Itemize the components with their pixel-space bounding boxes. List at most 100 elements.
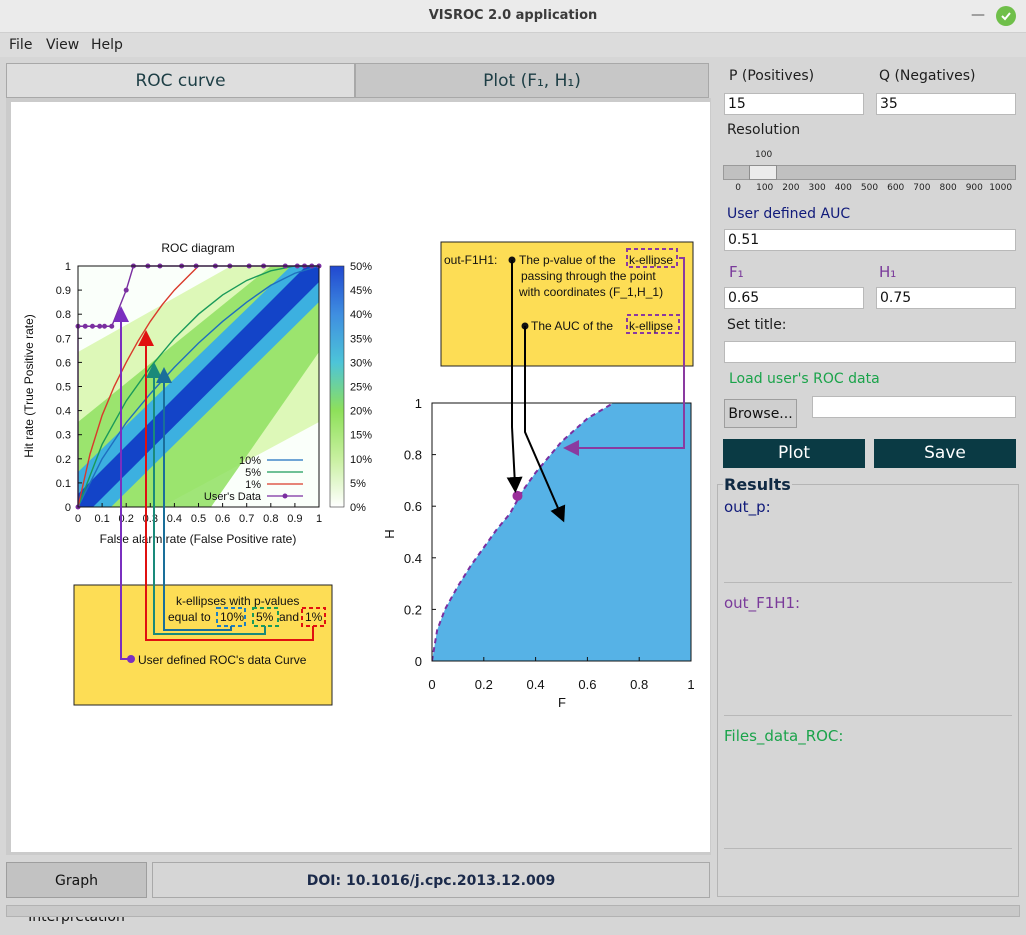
roc-ytick-label: 0 — [65, 502, 71, 514]
roc-xtick-label: 0.9 — [287, 513, 302, 525]
ann-kellipses-line1: k-ellipses with p-values — [176, 594, 299, 608]
roc-title: ROC diagram — [161, 241, 234, 255]
user-data-point — [102, 323, 108, 329]
user-data-point — [89, 323, 95, 329]
menu-file[interactable]: File — [9, 33, 32, 57]
title-input[interactable] — [724, 341, 1016, 363]
p-input[interactable]: 15 — [724, 93, 864, 115]
roc-ytick-label: 0.3 — [56, 430, 71, 442]
files-data-roc-label: Files_data_ROC: — [724, 727, 844, 745]
f1h1-xlabel: F — [558, 695, 566, 710]
colorbar-tick-label: 10% — [350, 454, 372, 466]
browse-button[interactable]: Browse... — [724, 399, 797, 428]
save-button[interactable]: Save — [874, 439, 1016, 468]
load-roc-label: Load user's ROC data — [729, 371, 880, 387]
roc-ytick-label: 1 — [65, 261, 71, 273]
plot-button[interactable]: Plot — [723, 439, 865, 468]
roc-ytick-label: 0.7 — [56, 333, 71, 345]
menu-view[interactable]: View — [46, 33, 79, 57]
maximize-button[interactable] — [996, 6, 1016, 26]
colorbar-tick-label: 5% — [350, 478, 366, 490]
h1-input[interactable]: 0.75 — [876, 287, 1016, 309]
f1h1-ytick-label: 1 — [415, 396, 422, 411]
ann-p1: 1% — [305, 610, 323, 624]
f1h1-xtick-label: 0.6 — [578, 677, 596, 692]
f1h1-x-ticks: 0 0.2 0.4 0.6 0.8 1 — [428, 657, 695, 692]
results-group — [717, 484, 1019, 897]
file-path-input[interactable] — [812, 396, 1016, 418]
tab-roc-curve[interactable]: ROC curve — [6, 63, 355, 98]
roc-ytick-label: 0.4 — [56, 406, 71, 418]
f1h1-annotation: out-F1H1: The p-value of the k-ellipse p… — [440, 241, 694, 367]
roc-ytick-label: 0.5 — [56, 382, 71, 394]
figure-svg: ROC diagram 0 0.1 0.2 0.3 0.4 0.5 0.6 0.7 0.8 0.9… — [22, 241, 695, 710]
ann-pvalue-line1: The p-value of the — [519, 253, 616, 267]
roc-ytick-label: 0.6 — [56, 357, 71, 369]
ann-out-label: out-F1H1: — [444, 253, 497, 267]
roc-xtick-label: 0.3 — [143, 513, 158, 525]
roc-xtick-label: 1 — [316, 513, 322, 525]
results-divider-1 — [724, 582, 1012, 583]
resolution-ticks: 0 100 200 300 400 500 600 700 800 900 1000 — [0, 183, 1026, 195]
out-f1h1-label: out_F1H1: — [724, 594, 801, 612]
resolution-slider-handle[interactable] — [749, 165, 777, 180]
ann-kellipses-line2: equal to — [168, 610, 211, 624]
resolution-tick-label: 200 — [782, 183, 800, 193]
user-data-point — [109, 323, 115, 329]
f1-label: F₁ — [729, 263, 744, 281]
resolution-label: Resolution — [727, 122, 801, 138]
roc-xtick-label: 0.6 — [215, 513, 230, 525]
ann-keyword1: k-ellipse — [629, 253, 673, 267]
ann-pvalue-line2: passing through the point — [521, 269, 656, 283]
f1h1-ytick-label: 0.4 — [404, 551, 422, 566]
f1h1-xtick-label: 0.8 — [630, 677, 648, 692]
roc-ytick-label: 0.8 — [56, 309, 71, 321]
ellipse-fill — [432, 403, 691, 661]
interpretation-button[interactable]: Graph Interpretation — [6, 862, 147, 925]
roc-ylabel: Hit rate (True Positive rate) — [22, 314, 36, 458]
user-data-point — [97, 323, 103, 329]
colorbar-tick-label: 40% — [350, 309, 372, 321]
f1h1-ytick-label: 0 — [415, 654, 422, 669]
roc-xtick-label: 0.5 — [191, 513, 206, 525]
roc-ytick-label: 0.9 — [56, 285, 71, 297]
plot-canvas: ROC diagram 0 0.1 0.2 0.3 0.4 0.5 0.6 0.7 0.8 0.9… — [11, 102, 710, 852]
ann-keyword2: k-ellipse — [629, 319, 673, 333]
roc-xtick-label: 0.8 — [263, 513, 278, 525]
out-p-label: out_p: — [724, 498, 771, 516]
resolution-tick-label: 0 — [735, 183, 742, 193]
f1-input[interactable]: 0.65 — [724, 287, 864, 309]
tab-plot-f1h1[interactable]: Plot (F₁, H₁) — [355, 63, 709, 98]
ann-p5: 5% — [256, 610, 274, 624]
colorbar-tick-label: 45% — [350, 285, 372, 297]
resolution-tick-label: 900 — [965, 183, 983, 193]
resolution-value-label: 100 — [755, 150, 773, 160]
results-title: Results — [723, 475, 792, 494]
roc-xtick-label: 0.1 — [94, 513, 109, 525]
resolution-tick-label: 500 — [860, 183, 879, 193]
maximize-icon — [1001, 12, 1011, 21]
q-input[interactable]: 35 — [876, 93, 1016, 115]
colorbar-tick-label: 35% — [350, 333, 372, 345]
resolution-tick-label: 400 — [834, 183, 852, 193]
roc-ytick-label: 0.2 — [56, 454, 71, 466]
colorbar-tick-label: 20% — [350, 406, 372, 418]
p-label: P (Positives) — [729, 68, 815, 84]
resolution-tick-label: 300 — [808, 183, 826, 193]
f1h1-xtick-label: 1 — [687, 677, 694, 692]
minimize-button[interactable]: — — [970, 8, 986, 24]
auc-input[interactable]: 0.51 — [724, 229, 1016, 251]
colorbar-tick-label: 30% — [350, 357, 372, 369]
legend-1pct: 1% — [245, 479, 261, 491]
colorbar-ticks: 0% 5% 10% 15% 20% 25% 30% 35% 40% 45% 50% — [350, 261, 372, 514]
f1h1-ytick-label: 0.8 — [404, 448, 422, 463]
ellipse-region — [432, 403, 691, 661]
menu-help[interactable]: Help — [91, 33, 123, 57]
doi-label: DOI: 10.1016/j.cpc.2013.12.009 — [152, 862, 710, 898]
auc-label: User defined AUC — [727, 206, 851, 222]
roc-xlabel: False alarm rate (False Positive rate) — [100, 532, 297, 546]
resolution-tick-label: 1000 — [989, 183, 1013, 193]
f1h1-xtick-label: 0.2 — [475, 677, 493, 692]
ann-pvalue-line3: with coordinates (F_1,H_1) — [518, 285, 663, 299]
resolution-tick-label: 600 — [887, 183, 905, 193]
